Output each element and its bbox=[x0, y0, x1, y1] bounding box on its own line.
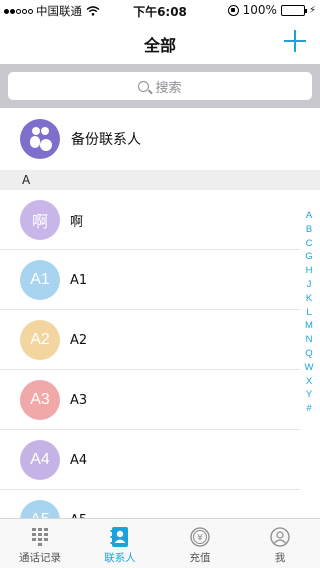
svg-text:¥: ¥ bbox=[197, 534, 203, 544]
tab-bar: 通话记录 联系人 ¥ 充值 我 bbox=[0, 518, 320, 568]
index-letter[interactable]: J bbox=[307, 278, 312, 292]
backup-contacts-icon bbox=[20, 119, 60, 159]
profile-icon bbox=[270, 527, 290, 547]
index-letter[interactable]: L bbox=[306, 306, 311, 320]
index-letter[interactable]: M bbox=[305, 319, 313, 333]
contact-name: A2 bbox=[70, 332, 88, 348]
search-input[interactable]: 搜索 bbox=[8, 72, 312, 100]
tab-me[interactable]: 我 bbox=[240, 519, 320, 568]
battery-icon bbox=[280, 4, 307, 16]
index-letter[interactable]: W bbox=[305, 361, 314, 375]
add-contact-button[interactable] bbox=[284, 30, 306, 52]
contact-name: 啊 bbox=[70, 214, 84, 230]
contact-name: A4 bbox=[70, 452, 88, 468]
index-letter[interactable]: B bbox=[306, 223, 312, 237]
orientation-lock-icon bbox=[227, 4, 239, 16]
contact-row[interactable]: A3 A3 bbox=[0, 370, 320, 430]
dialpad-icon bbox=[32, 528, 48, 546]
contact-row[interactable]: A1 A1 bbox=[0, 250, 320, 310]
index-letter[interactable]: C bbox=[306, 237, 313, 251]
contact-list[interactable]: 啊啊 A1 A1 A2 A2 A3 A3 A4 A4 A5A5 bbox=[0, 190, 320, 518]
index-letter[interactable]: # bbox=[306, 402, 311, 416]
section-header: A bbox=[0, 170, 320, 190]
search-icon bbox=[138, 80, 150, 92]
index-letter[interactable]: G bbox=[305, 250, 312, 264]
tab-label: 充值 bbox=[189, 552, 211, 564]
index-letter[interactable]: Q bbox=[305, 347, 312, 361]
contact-row[interactable]: 啊啊 bbox=[0, 190, 320, 250]
search-area: 搜索 bbox=[0, 64, 320, 108]
tab-contacts[interactable]: 联系人 bbox=[80, 519, 160, 568]
index-letter[interactable]: K bbox=[306, 292, 312, 306]
tab-label: 我 bbox=[274, 552, 286, 564]
index-letter[interactable]: Y bbox=[306, 388, 312, 402]
nav-bar: 全部 bbox=[0, 20, 320, 64]
avatar: 啊 bbox=[20, 200, 60, 240]
tab-label: 通话记录 bbox=[19, 552, 61, 564]
battery-percent: 100% bbox=[242, 3, 277, 17]
status-bar: 中国联通 下午6:08 100% ⚡ bbox=[0, 0, 320, 20]
backup-contacts-label: 备份联系人 bbox=[71, 132, 141, 148]
index-letter[interactable]: H bbox=[306, 264, 313, 278]
contact-name: A3 bbox=[70, 392, 88, 408]
yuan-coin-icon: ¥ bbox=[190, 527, 210, 547]
charging-icon: ⚡ bbox=[308, 4, 316, 16]
status-right: 100% ⚡ bbox=[227, 3, 316, 17]
contact-name: A1 bbox=[70, 272, 88, 288]
index-letter[interactable]: N bbox=[306, 333, 313, 347]
search-placeholder: 搜索 bbox=[155, 80, 182, 96]
avatar: A5 bbox=[20, 500, 60, 518]
contact-row[interactable]: A2 A2 bbox=[0, 310, 320, 370]
avatar: A1 bbox=[20, 260, 60, 300]
tab-label: 联系人 bbox=[104, 552, 136, 564]
page-title: 全部 bbox=[143, 36, 176, 55]
alphabet-index-bar[interactable]: A B C G H J K L M N Q W X Y # bbox=[302, 209, 316, 416]
tab-call-log[interactable]: 通话记录 bbox=[0, 519, 80, 568]
contact-row[interactable]: A4 A4 bbox=[0, 430, 320, 490]
avatar: A2 bbox=[20, 320, 60, 360]
backup-contacts-row[interactable]: 备份联系人 bbox=[0, 108, 320, 170]
avatar: A3 bbox=[20, 380, 60, 420]
tab-recharge[interactable]: ¥ 充值 bbox=[160, 519, 240, 568]
index-letter[interactable]: X bbox=[306, 375, 312, 389]
avatar: A4 bbox=[20, 440, 60, 480]
index-letter[interactable]: A bbox=[306, 209, 312, 223]
contacts-icon bbox=[110, 527, 128, 547]
contact-row[interactable]: A5A5 bbox=[0, 490, 320, 518]
